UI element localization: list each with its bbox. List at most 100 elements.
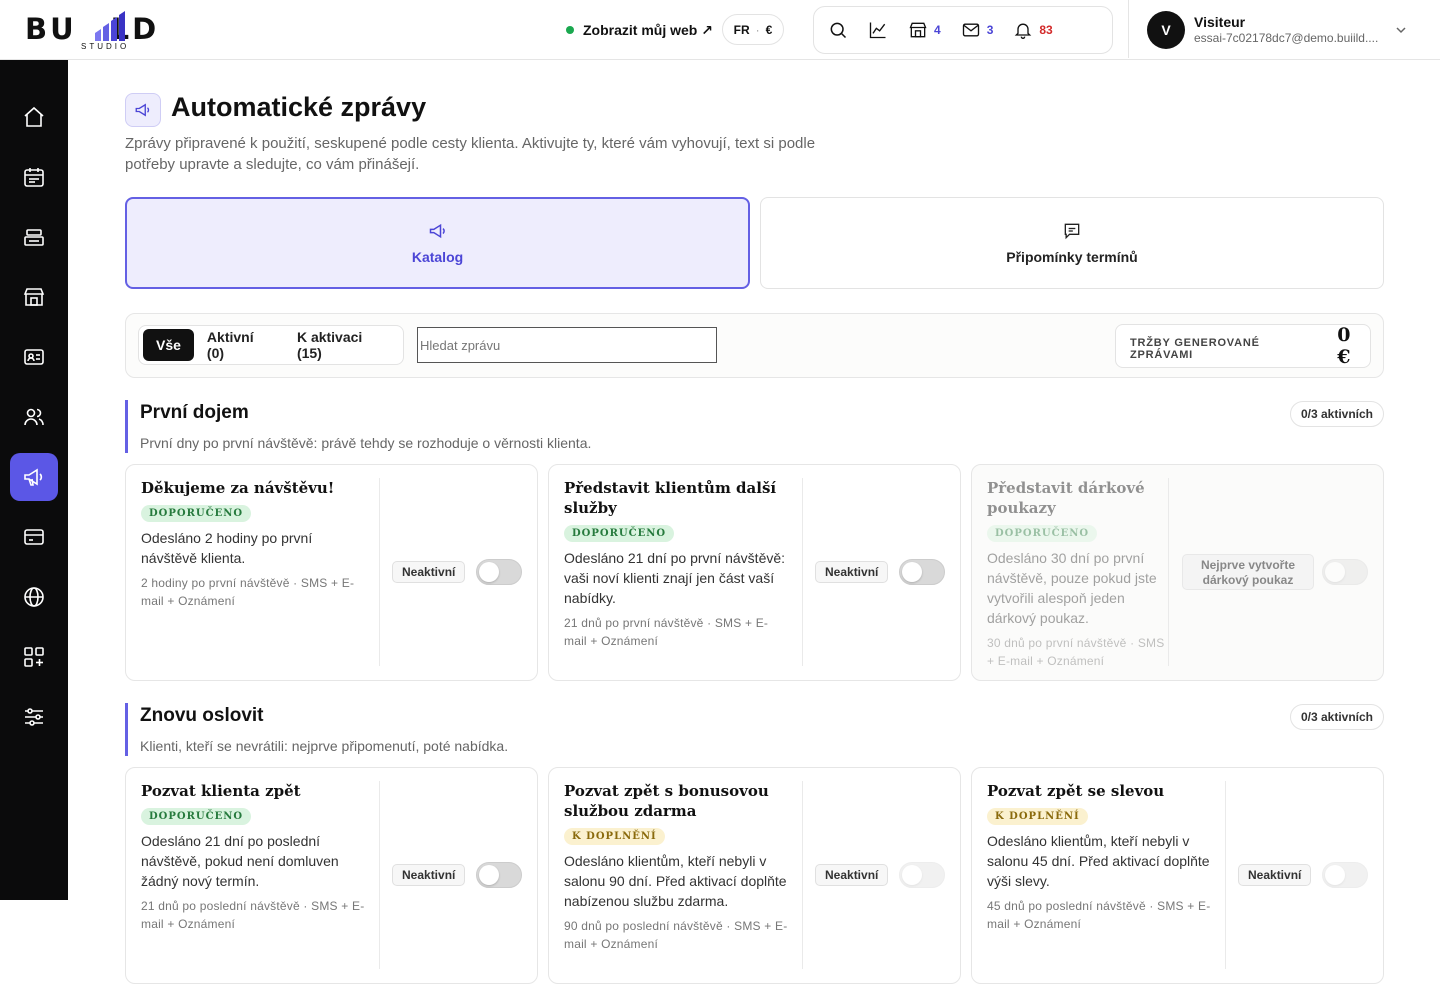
- sidebar-item-register[interactable]: [10, 213, 58, 261]
- messages-count: 3: [986, 23, 994, 37]
- card-meta: 90 dnů po poslední návštěvě · SMS + E-ma…: [564, 919, 788, 951]
- sidebar-item-team[interactable]: [10, 393, 58, 441]
- revenue-summary: TRŽBY GENEROVANÉ ZPRÁVAMI 0 €: [1115, 324, 1371, 368]
- revenue-value: 0 €: [1337, 324, 1351, 368]
- search-button[interactable]: [828, 20, 848, 40]
- activation-toggle[interactable]: [476, 559, 522, 585]
- notifications-count: 83: [1039, 23, 1053, 37]
- card-title: Děkujeme za návštěvu!: [141, 479, 335, 497]
- section-title: První dojem: [140, 402, 249, 423]
- message-card[interactable]: Děkujeme za návštěvu! DOPORUČENO Odeslán…: [125, 464, 538, 681]
- revenue-label: TRŽBY GENEROVANÉ ZPRÁVAMI: [1130, 337, 1260, 361]
- card-title: Představit klientům další služby: [564, 479, 777, 517]
- sidebar-item-apps[interactable]: [10, 633, 58, 681]
- card-meta: 30 dnů po první návštěvě · SMS + E-mail …: [987, 636, 1165, 668]
- activation-toggle[interactable]: [899, 559, 945, 585]
- home-icon: [24, 106, 44, 127]
- store-icon: [909, 22, 927, 38]
- card-title: Pozvat klienta zpět: [141, 782, 301, 800]
- contact-card-icon: [24, 349, 44, 365]
- bell-icon: [1015, 23, 1032, 39]
- search-input[interactable]: [417, 327, 717, 363]
- megaphone-icon: [135, 103, 150, 117]
- status-badge: Neaktivní: [815, 561, 889, 583]
- sidebar-item-home[interactable]: [10, 93, 58, 141]
- sidebar-item-calendar[interactable]: [10, 153, 58, 201]
- calendar-icon: [24, 168, 44, 187]
- sidebar-item-clients[interactable]: [10, 333, 58, 381]
- sidebar-item-settings[interactable]: [10, 693, 58, 741]
- section-active-count: 0/3 aktivních: [1289, 401, 1384, 427]
- search-icon: [830, 22, 847, 39]
- chevron-down-icon[interactable]: [1393, 22, 1409, 38]
- status-badge: Neaktivní: [815, 864, 889, 886]
- logo[interactable]: BU LD STUDIO: [25, 9, 185, 53]
- language-label: FR: [733, 22, 750, 37]
- logo-subtitle: STUDIO: [81, 42, 130, 51]
- language-currency-selector[interactable]: FR · €: [722, 14, 784, 45]
- sidebar: [0, 60, 68, 900]
- section-description: Klienti, kteří se nevrátili: nejprve při…: [140, 738, 509, 754]
- section-accent-bar: [125, 400, 128, 453]
- card-meta: 45 dnů po poslední návštěvě · SMS + E-ma…: [987, 899, 1211, 931]
- recommended-badge: DOPORUČENO: [141, 808, 252, 825]
- card-description: Odesláno 21 dní po první návštěvě: vaši …: [564, 550, 786, 606]
- message-card[interactable]: Představit klientům další služby DOPORUČ…: [548, 464, 961, 681]
- sidebar-item-payments[interactable]: [10, 513, 58, 561]
- card-description: Odesláno 30 dní po první návštěvě, pouze…: [987, 550, 1157, 626]
- recommended-badge: DOPORUČENO: [564, 525, 675, 542]
- status-filter: Vše Aktivní (0) K aktivaci (15): [138, 325, 404, 365]
- requirement-note: Nejprve vytvořte dárkový poukaz: [1182, 554, 1314, 590]
- settings-sliders-icon: [25, 708, 43, 726]
- sidebar-item-website[interactable]: [10, 573, 58, 621]
- stats-button[interactable]: [868, 20, 888, 40]
- status-badge: Neaktivní: [1238, 864, 1312, 886]
- card-title: Pozvat zpět se slevou: [987, 782, 1165, 800]
- tab-catalog[interactable]: Katalog: [125, 197, 750, 289]
- user-name[interactable]: Visiteur: [1194, 14, 1245, 30]
- chart-line-icon: [869, 22, 886, 39]
- message-card: Představit dárkové poukazy DOPORUČENO Od…: [971, 464, 1384, 681]
- currency-label: €: [765, 22, 773, 37]
- activation-toggle[interactable]: [476, 862, 522, 888]
- notifications-button[interactable]: 83: [1013, 20, 1053, 40]
- status-badge: Neaktivní: [392, 864, 466, 886]
- store-icon: [23, 288, 45, 306]
- filter-all[interactable]: Vše: [143, 329, 194, 361]
- view-website-label: Zobrazit můj web ↗: [583, 21, 713, 38]
- card-meta: 2 hodiny po první návštěvě · SMS + E-mai…: [141, 576, 355, 608]
- message-card[interactable]: Pozvat klienta zpět DOPORUČENO Odesláno …: [125, 767, 538, 984]
- page-title-icon-box: [125, 93, 161, 127]
- messages-button[interactable]: 3: [961, 20, 994, 40]
- view-website-link[interactable]: Zobrazit můj web ↗: [566, 18, 713, 42]
- sidebar-item-messages[interactable]: [10, 453, 58, 501]
- online-status-dot: [566, 26, 574, 34]
- shop-count: 4: [934, 23, 941, 37]
- activation-toggle[interactable]: [1322, 862, 1368, 888]
- apps-add-icon: [24, 647, 44, 667]
- activation-toggle: [1322, 559, 1368, 585]
- section-title: Znovu oslovit: [140, 705, 264, 726]
- section-description: První dny po první návštěvě: právě tehdy…: [140, 435, 592, 451]
- filter-bar: Vše Aktivní (0) K aktivaci (15) TRŽBY GE…: [125, 313, 1384, 378]
- tab-reminders[interactable]: Připomínky termínů: [760, 197, 1384, 289]
- card-meta: 21 dnů po poslední návštěvě · SMS + E-ma…: [141, 899, 365, 931]
- section-active-count: 0/3 aktivních: [1289, 704, 1384, 730]
- card-description: Odesláno 2 hodiny po první návštěvě klie…: [141, 530, 313, 566]
- recommended-badge: DOPORUČENO: [987, 525, 1098, 542]
- card-title: Představit dárkové poukazy: [987, 479, 1145, 517]
- mail-icon: [962, 23, 979, 37]
- filter-to-activate[interactable]: K aktivaci (15): [284, 329, 399, 361]
- message-card[interactable]: Pozvat zpět se slevou K DOPLNĚNÍ Odeslán…: [971, 767, 1384, 984]
- activation-toggle[interactable]: [899, 862, 945, 888]
- top-bar: BU LD STUDIO Zobrazit můj web ↗ FR · € 4 …: [0, 0, 1440, 60]
- sidebar-item-store[interactable]: [10, 273, 58, 321]
- header-actions: 4 3 83: [813, 6, 1113, 54]
- user-email: essai-7c02178dc7@demo.buiild....: [1194, 31, 1379, 45]
- filter-active[interactable]: Aktivní (0): [194, 329, 284, 361]
- shop-button[interactable]: 4: [908, 20, 941, 40]
- message-card[interactable]: Pozvat zpět s bonusovou službou zdarma K…: [548, 767, 961, 984]
- megaphone-icon: [429, 223, 445, 239]
- card-description: Odesláno klientům, kteří nebyli v salonu…: [987, 833, 1210, 889]
- avatar[interactable]: V: [1147, 11, 1185, 49]
